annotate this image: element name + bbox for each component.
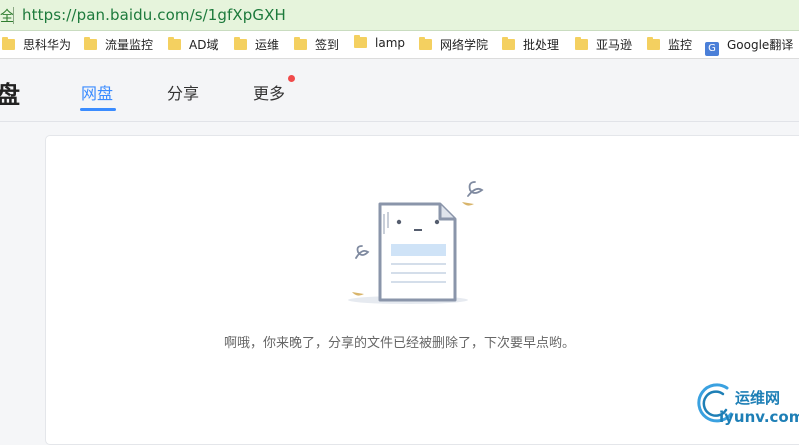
watermark: 运维网 iyunv.com [697, 382, 799, 432]
bookmark-label: 监控 [668, 38, 693, 52]
bookmark-label: 批处理 [523, 38, 560, 52]
bookmark-item[interactable]: lamp [354, 35, 405, 54]
bookmark-label: 签到 [315, 38, 340, 52]
tab-more[interactable]: 更多 [253, 80, 285, 104]
watermark-line2: iyunv.com [719, 408, 799, 426]
bookmarks-bar: 思科华为 流量监控 AD域 运维 签到 lamp 网络学院 批处理 亚马逊 监控… [0, 31, 799, 59]
address-separator [13, 7, 14, 24]
folder-icon [502, 37, 515, 50]
bookmark-item[interactable]: AD域 [168, 36, 218, 54]
bookmark-label: 流量监控 [105, 38, 154, 52]
bookmark-item[interactable]: 运维 [234, 36, 279, 54]
folder-icon [234, 37, 247, 50]
bookmark-label: 运维 [255, 38, 280, 52]
bookmark-item[interactable]: 思科华为 [2, 36, 71, 54]
bookmark-item[interactable]: 批处理 [502, 36, 559, 54]
watermark-line1: 运维网 [735, 389, 781, 407]
bookmark-item[interactable]: 监控 [647, 36, 692, 54]
tab-label: 网盘 [81, 84, 114, 103]
folder-icon [2, 37, 15, 50]
bookmark-item[interactable]: 流量监控 [84, 36, 153, 54]
logo[interactable]: 盘 [0, 75, 20, 110]
bookmark-label: AD域 [189, 38, 219, 52]
tab-label: 更多 [253, 84, 286, 103]
folder-icon [168, 37, 181, 50]
address-prefix: 全 [0, 9, 14, 25]
url-text[interactable]: https://pan.baidu.com/s/1gfXpGXH [22, 6, 286, 24]
bookmark-item[interactable]: 网络学院 [419, 36, 488, 54]
bookmark-item[interactable]: 签到 [294, 36, 339, 54]
tab-share[interactable]: 分享 [167, 80, 199, 104]
bookmark-label: Google翻译 [727, 38, 794, 52]
folder-icon [419, 37, 432, 50]
address-bar[interactable]: 全 https://pan.baidu.com/s/1gfXpGXH [0, 0, 799, 31]
active-tab-indicator [80, 108, 116, 111]
tab-netdisk[interactable]: 网盘 [80, 80, 116, 111]
bookmark-label: 网络学院 [440, 38, 489, 52]
tab-label: 分享 [167, 84, 200, 103]
bookmark-item[interactable]: G Google翻译 [705, 36, 794, 56]
sad-document-icon [348, 181, 484, 304]
folder-icon [84, 37, 97, 50]
bookmark-label: lamp [375, 36, 405, 50]
app-header: 盘 网盘 分享 更多 [0, 59, 799, 122]
bookmark-label: 亚马逊 [596, 38, 633, 52]
google-translate-icon: G [705, 42, 719, 56]
folder-icon [575, 37, 588, 50]
folder-icon [294, 37, 307, 50]
folder-icon [354, 35, 367, 48]
notification-dot [288, 75, 295, 82]
bookmark-item[interactable]: 亚马逊 [575, 36, 632, 54]
error-message: 啊哦，你来晚了，分享的文件已经被删除了，下次要早点哟。 [223, 336, 575, 351]
folder-icon [647, 37, 660, 50]
bookmark-label: 思科华为 [23, 38, 72, 52]
